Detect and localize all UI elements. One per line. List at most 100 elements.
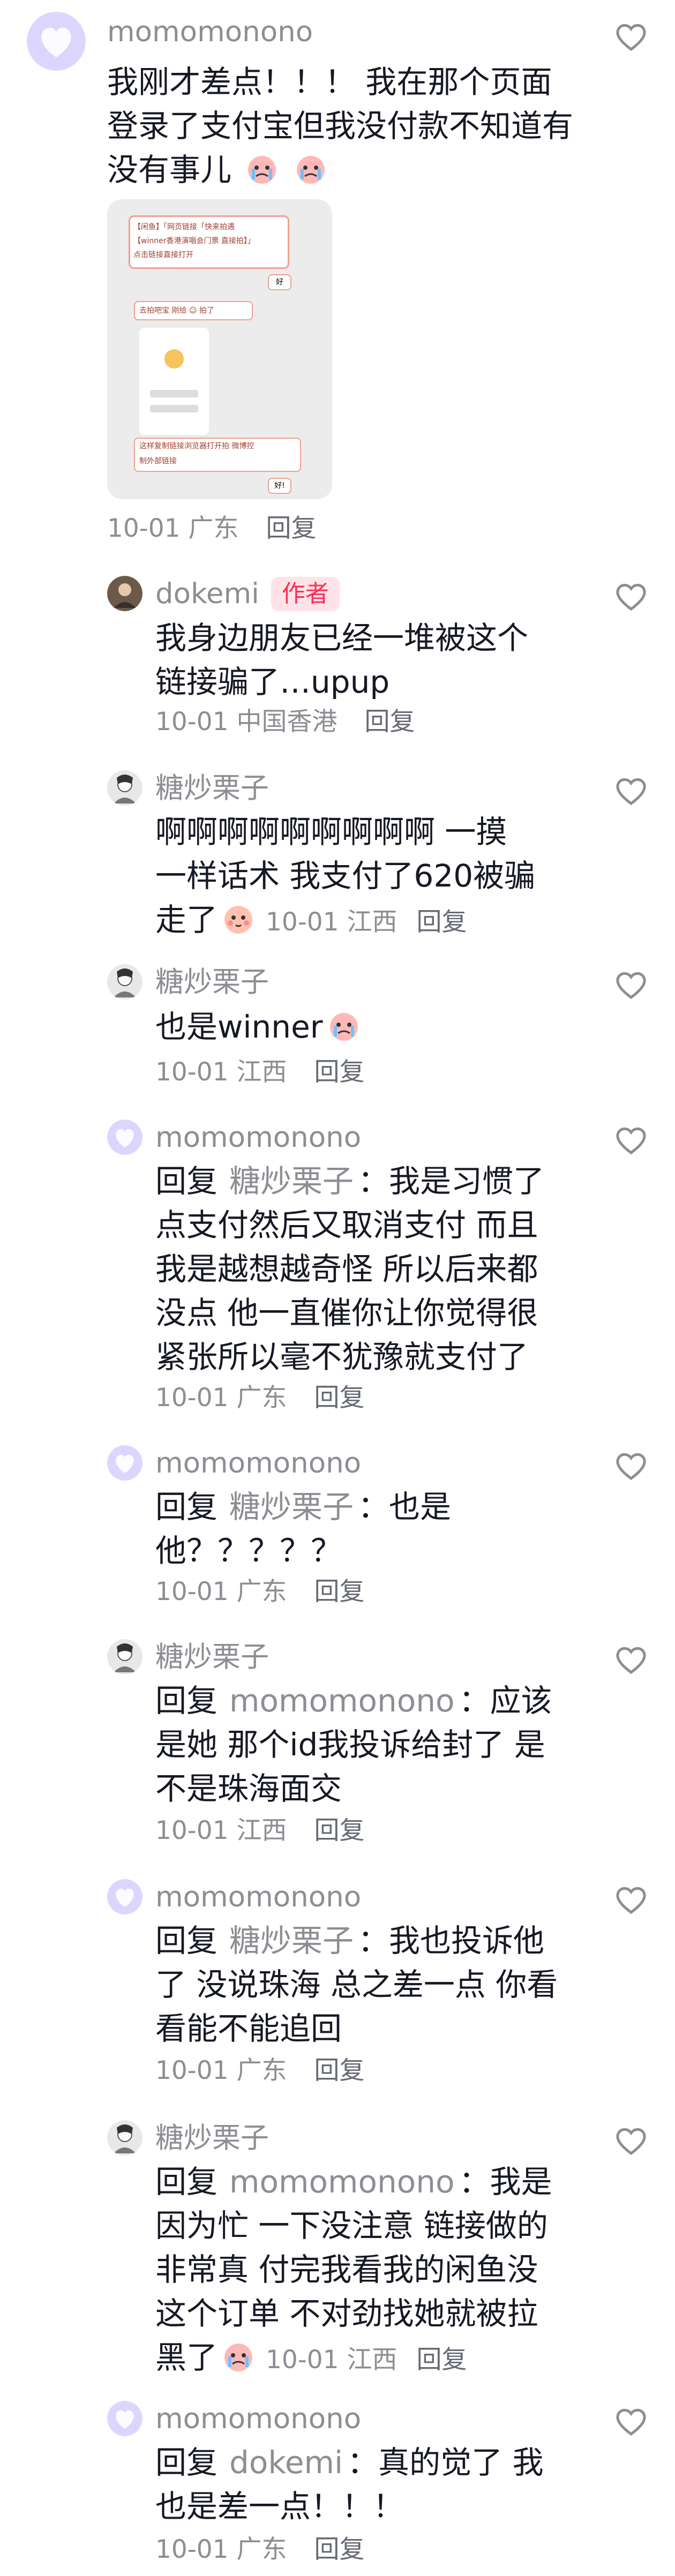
comment-meta: 10-01 广东 回复 xyxy=(155,1382,364,1414)
like-heart-icon[interactable] xyxy=(614,581,648,612)
comment-region: 江西 xyxy=(347,907,398,937)
reply-button[interactable]: 回复 xyxy=(314,2056,364,2085)
reply-text-line: 是她 那个id我投诉给封了 是 xyxy=(155,1726,545,1763)
comment-date: 10-01 xyxy=(107,514,181,543)
like-heart-icon[interactable] xyxy=(614,776,648,807)
reply-to-user[interactable]: momomonono xyxy=(229,1683,454,1719)
like-heart-icon[interactable] xyxy=(614,21,648,52)
comment-region: 广东 xyxy=(188,514,239,543)
avatar[interactable] xyxy=(107,1445,142,1481)
reply-text-line: 也是差一点！！！ xyxy=(155,2488,404,2525)
reply-username[interactable]: dokemi 作者 xyxy=(155,577,340,611)
comment-region: 江西 xyxy=(236,1057,287,1087)
avatar[interactable] xyxy=(107,576,142,611)
reply-text-line: 不是珠海面交 xyxy=(155,1770,342,1807)
reply-to-user[interactable]: 糖炒栗子 xyxy=(229,1922,354,1959)
reply-button[interactable]: 回复 xyxy=(314,2535,364,2564)
reply-text-line: 回复 糖炒栗子 ：也是 xyxy=(155,1489,452,1525)
reply-text: 也是winner xyxy=(155,1005,362,1049)
reply-text-line: 黑了 10-01 江西 回复 xyxy=(155,2339,467,2376)
reply-button[interactable]: 回复 xyxy=(314,1057,364,1087)
like-heart-icon[interactable] xyxy=(614,2126,648,2157)
reply-button[interactable]: 回复 xyxy=(417,907,467,937)
reply-username[interactable]: 糖炒栗子 xyxy=(155,965,269,1000)
reply-text-line: 点支付然后又取消支付 而且 xyxy=(155,1207,538,1243)
reply-to-user[interactable]: momomonono xyxy=(229,2164,454,2200)
reply-button[interactable]: 回复 xyxy=(314,1577,364,1606)
reply-text-line: 回复 糖炒栗子 ：我也投诉他 xyxy=(155,1922,545,1959)
reply-username[interactable]: momomonono xyxy=(155,1446,361,1481)
comment-username[interactable]: momomonono xyxy=(107,15,313,49)
reply-text: 回复 momomonono ：我是 因为忙 一下没注意 链接做的 非常真 付完我看我… xyxy=(155,2160,552,2379)
reply-to-user[interactable]: dokemi xyxy=(229,2444,343,2481)
chat-bubble: 好 xyxy=(268,274,291,290)
reply-username[interactable]: momomonono xyxy=(155,1121,361,1155)
like-heart-icon[interactable] xyxy=(614,1125,648,1156)
reply-username[interactable]: momomonono xyxy=(155,2402,361,2436)
reply-text: 回复 momomonono ：应该 是她 那个id我投诉给封了 是 不是珠海面交 xyxy=(155,1679,552,1811)
reply-text-line: 走了 10-01 江西 回复 xyxy=(155,902,467,938)
reply-to-user[interactable]: 糖炒栗子 xyxy=(229,1489,354,1525)
comment-region: 广东 xyxy=(236,2056,287,2085)
reply-text-line: 啊啊啊啊啊啊啊啊啊 一摸 xyxy=(155,814,507,850)
comment-date: 10-01 xyxy=(266,907,339,937)
reply-text-line: 回复 dokemi ：真的觉了 我 xyxy=(155,2444,544,2481)
crying-emoji-icon xyxy=(224,2344,253,2371)
reply-to-user[interactable]: 糖炒栗子 xyxy=(229,1163,354,1199)
avatar[interactable] xyxy=(107,2120,142,2156)
chat-line: 这样复制链接浏览器打开拍 微博控 xyxy=(139,442,254,450)
chat-bubble: 【闲鱼】「网页链接「快来拍遇 【winner香港演唱会门票 直接拍】」 点击链接… xyxy=(129,215,289,269)
like-heart-icon[interactable] xyxy=(614,1884,648,1916)
comment-meta: 10-01 江西 回复 xyxy=(155,1056,364,1088)
reply-button[interactable]: 回复 xyxy=(364,707,415,737)
comment-date: 10-01 xyxy=(266,2345,339,2375)
comment-region: 江西 xyxy=(347,2345,398,2375)
chat-bubble: 这样复制链接浏览器打开拍 微博控 制外部链接 xyxy=(134,438,301,472)
reply-text-line: 链接骗了…upup xyxy=(155,664,390,700)
chat-line: 【winner香港演唱会门票 直接拍】」 xyxy=(133,237,255,245)
reply-text: 回复 糖炒栗子 ：我是习惯了 点支付然后又取消支付 而且 我是越想越奇怪 所以后来都… xyxy=(155,1159,544,1379)
comment-date: 10-01 xyxy=(155,2056,229,2085)
comment-region: 中国香港 xyxy=(236,707,338,737)
reply-text-line: 这个订单 不对劲找她就被拉 xyxy=(155,2295,538,2332)
comment-region: 江西 xyxy=(236,1816,287,1845)
reply-username[interactable]: 糖炒栗子 xyxy=(155,1640,269,1674)
avatar[interactable] xyxy=(27,12,86,71)
like-heart-icon[interactable] xyxy=(614,1644,648,1676)
avatar[interactable] xyxy=(107,964,142,1000)
reply-text-line: 看能不能追回 xyxy=(155,2010,342,2047)
reply-button[interactable]: 回复 xyxy=(417,2345,467,2375)
avatar[interactable] xyxy=(107,1120,142,1155)
comment-meta: 10-01 广东 回复 xyxy=(107,513,316,545)
like-heart-icon[interactable] xyxy=(614,2406,648,2437)
chat-line: 制外部链接 xyxy=(139,457,177,465)
reply-text-line: 一样话术 我支付了620被骗 xyxy=(155,858,536,894)
reply-text: 回复 dokemi ：真的觉了 我 也是差一点！！！ xyxy=(155,2440,544,2528)
avatar[interactable] xyxy=(107,2401,142,2436)
comment-date: 10-01 xyxy=(155,2535,229,2564)
comment-image[interactable]: 【闲鱼】「网页链接「快来拍遇 【winner香港演唱会门票 直接拍】」 点击链接… xyxy=(107,199,332,499)
reply-username[interactable]: 糖炒栗子 xyxy=(155,771,269,806)
reply-username[interactable]: momomonono xyxy=(155,1880,361,1914)
avatar[interactable] xyxy=(107,1879,142,1914)
comment-date: 10-01 xyxy=(155,1057,229,1087)
chat-line: 【闲鱼】「网页链接「快来拍遇 xyxy=(133,223,235,231)
comment-region: 广东 xyxy=(236,1577,287,1606)
reply-text: 啊啊啊啊啊啊啊啊啊 一摸 一样话术 我支付了620被骗 走了 10-01 江西 回复 xyxy=(155,810,535,942)
comment-date: 10-01 xyxy=(155,1577,229,1606)
reply-button[interactable]: 回复 xyxy=(266,514,316,543)
comment-date: 10-01 xyxy=(155,1383,229,1413)
avatar[interactable] xyxy=(107,1639,142,1674)
reply-button[interactable]: 回复 xyxy=(314,1383,364,1413)
avatar[interactable] xyxy=(107,770,142,806)
screenshot-thumbnail xyxy=(139,328,209,435)
like-heart-icon[interactable] xyxy=(614,970,648,1001)
chat-bubble: 去拍吧宝 刚给 ☺ 拍了 xyxy=(134,301,253,320)
like-heart-icon[interactable] xyxy=(614,1451,648,1482)
comment-region: 广东 xyxy=(236,2535,287,2564)
reply-button[interactable]: 回复 xyxy=(314,1816,364,1845)
reply-text: 回复 糖炒栗子 ：也是 他？？？？？ xyxy=(155,1485,451,1573)
author-badge: 作者 xyxy=(271,577,340,611)
reply-text-line: 回复 momomonono ：应该 xyxy=(155,1683,552,1719)
reply-username[interactable]: 糖炒栗子 xyxy=(155,2121,269,2156)
